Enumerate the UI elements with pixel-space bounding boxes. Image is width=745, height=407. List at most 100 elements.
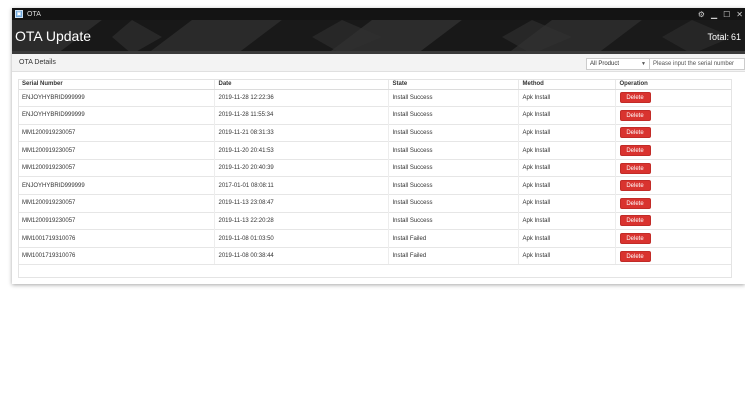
column-header-operation: Operation [615, 79, 732, 90]
total-value: 61 [730, 32, 741, 42]
table-row[interactable]: ENJOYHYBRID999999 2019-11-28 12:22:36 Inst… [18, 88, 732, 107]
cell-operation: Delete [615, 194, 732, 213]
product-filter-select[interactable]: All Product ▼ [586, 58, 650, 70]
panel-header: OTA Details All Product ▼ Please input t… [12, 54, 745, 72]
cell-method: Apk Install [518, 141, 616, 160]
table-row[interactable]: MM1001719310076 2019-11-08 01:03:50 Instal… [18, 229, 732, 248]
cell-state: Install Success [388, 106, 519, 125]
cell-date: 2019-11-13 22:20:28 [214, 211, 389, 230]
cell-method: Apk Install [518, 229, 616, 248]
cell-method: Apk Install [518, 246, 616, 266]
gear-icon[interactable]: ⚙ [698, 10, 705, 19]
close-icon[interactable]: ✕ [736, 10, 743, 19]
cell-date: 2019-11-28 11:55:34 [214, 106, 389, 125]
cell-state: Install Success [388, 194, 519, 213]
cell-state: Install Success [388, 176, 519, 195]
header-background-pattern [12, 20, 745, 54]
chevron-down-icon: ▼ [641, 61, 646, 67]
table-row[interactable]: MM1200919230057 2019-11-20 20:41:53 Instal… [18, 141, 732, 160]
cell-method: Apk Install [518, 194, 616, 213]
product-filter-value: All Product [590, 61, 620, 67]
cell-date: 2019-11-08 00:38:44 [214, 246, 389, 266]
delete-button[interactable]: Delete [619, 145, 651, 157]
delete-button[interactable]: Delete [619, 109, 651, 121]
window-title: OTA [27, 10, 41, 18]
cell-operation: Delete [615, 88, 732, 107]
column-header-serial-number[interactable]: Serial Number [18, 79, 215, 90]
cell-operation: Delete [615, 211, 732, 230]
cell-operation: Delete [615, 158, 732, 177]
ota-details-panel: OTA Details All Product ▼ Please input t… [12, 54, 745, 284]
page-title: OTA Update [15, 28, 92, 44]
cell-method: Apk Install [518, 123, 616, 142]
serial-search-input[interactable]: Please input the serial number [649, 58, 745, 70]
cell-operation: Delete [615, 123, 732, 142]
cell-date: 2019-11-08 01:03:50 [214, 229, 389, 248]
cell-method: Apk Install [518, 176, 616, 195]
title-bar: ▣ OTA ⚙ ▁ ☐ ✕ [12, 8, 745, 20]
cell-operation: Delete [615, 106, 732, 125]
cell-state: Install Success [388, 211, 519, 230]
total-count: Total: 61 [705, 32, 741, 42]
cell-operation: Delete [615, 229, 732, 248]
table-row[interactable]: ENJOYHYBRID999999 2017-01-01 08:08:11 Inst… [18, 176, 732, 195]
cell-method: Apk Install [518, 88, 616, 107]
cell-date: 2017-01-01 08:08:11 [214, 176, 389, 195]
delete-button[interactable]: Delete [619, 162, 651, 174]
cell-state: Install Success [388, 88, 519, 107]
maximize-icon[interactable]: ☐ [723, 10, 730, 19]
delete-button[interactable]: Delete [619, 250, 651, 262]
table-row[interactable]: MM1001719310076 2019-11-08 00:38:44 Instal… [18, 246, 732, 266]
table-row[interactable]: MM1200919230057 2019-11-20 20:40:39 Instal… [18, 158, 732, 177]
table-row[interactable]: MM1200919230057 2019-11-21 08:31:33 Instal… [18, 123, 732, 142]
delete-button[interactable]: Delete [619, 233, 651, 245]
cell-serial-number: ENJOYHYBRID999999 [18, 106, 215, 125]
cell-operation: Delete [615, 141, 732, 160]
delete-button[interactable]: Delete [619, 215, 651, 227]
table-body: ENJOYHYBRID999999 2019-11-28 12:22:36 Inst… [18, 88, 732, 266]
column-header-state[interactable]: State [388, 79, 519, 90]
cell-serial-number: MM1200919230057 [18, 194, 215, 213]
cell-state: Install Success [388, 141, 519, 160]
cell-serial-number: MM1200919230057 [18, 141, 215, 160]
cell-method: Apk Install [518, 158, 616, 177]
cell-serial-number: ENJOYHYBRID999999 [18, 176, 215, 195]
cell-state: Install Success [388, 158, 519, 177]
cell-serial-number: MM1001719310076 [18, 246, 215, 266]
cell-serial-number: MM1200919230057 [18, 158, 215, 177]
cell-serial-number: MM1200919230057 [18, 123, 215, 142]
table-header-row: Serial Number Date State Method Operatio… [18, 79, 732, 90]
cell-state: Install Success [388, 123, 519, 142]
cell-date: 2019-11-13 23:08:47 [214, 194, 389, 213]
column-header-date[interactable]: Date [214, 79, 389, 90]
window-controls: ⚙ ▁ ☐ ✕ [698, 8, 743, 20]
cell-date: 2019-11-21 08:31:33 [214, 123, 389, 142]
cell-date: 2019-11-28 12:22:36 [214, 88, 389, 107]
cell-method: Apk Install [518, 106, 616, 125]
total-label: Total: [707, 32, 729, 42]
column-header-method[interactable]: Method [518, 79, 616, 90]
delete-button[interactable]: Delete [619, 92, 651, 104]
ota-table: Serial Number Date State Method Operatio… [18, 79, 732, 266]
cell-operation: Delete [615, 176, 732, 195]
cell-serial-number: MM1200919230057 [18, 211, 215, 230]
delete-button[interactable]: Delete [619, 127, 651, 139]
cell-method: Apk Install [518, 211, 616, 230]
cell-state: Install Failed [388, 246, 519, 266]
cell-date: 2019-11-20 20:40:39 [214, 158, 389, 177]
cell-serial-number: MM1001719310076 [18, 229, 215, 248]
ota-window: ▣ OTA ⚙ ▁ ☐ ✕ OTA Update Total: 61 OTA D… [12, 8, 745, 284]
table-row[interactable]: MM1200919230057 2019-11-13 22:20:28 Instal… [18, 211, 732, 230]
table-row[interactable]: MM1200919230057 2019-11-13 23:08:47 Instal… [18, 194, 732, 213]
cell-state: Install Failed [388, 229, 519, 248]
cell-operation: Delete [615, 246, 732, 266]
table-row[interactable]: ENJOYHYBRID999999 2019-11-28 11:55:34 Inst… [18, 106, 732, 125]
delete-button[interactable]: Delete [619, 197, 651, 209]
minimize-icon[interactable]: ▁ [711, 10, 717, 19]
cell-serial-number: ENJOYHYBRID999999 [18, 88, 215, 107]
delete-button[interactable]: Delete [619, 180, 651, 192]
header-banner: OTA Update Total: 61 [12, 20, 745, 54]
app-icon: ▣ [15, 10, 23, 18]
cell-date: 2019-11-20 20:41:53 [214, 141, 389, 160]
panel-title: OTA Details [19, 59, 56, 66]
